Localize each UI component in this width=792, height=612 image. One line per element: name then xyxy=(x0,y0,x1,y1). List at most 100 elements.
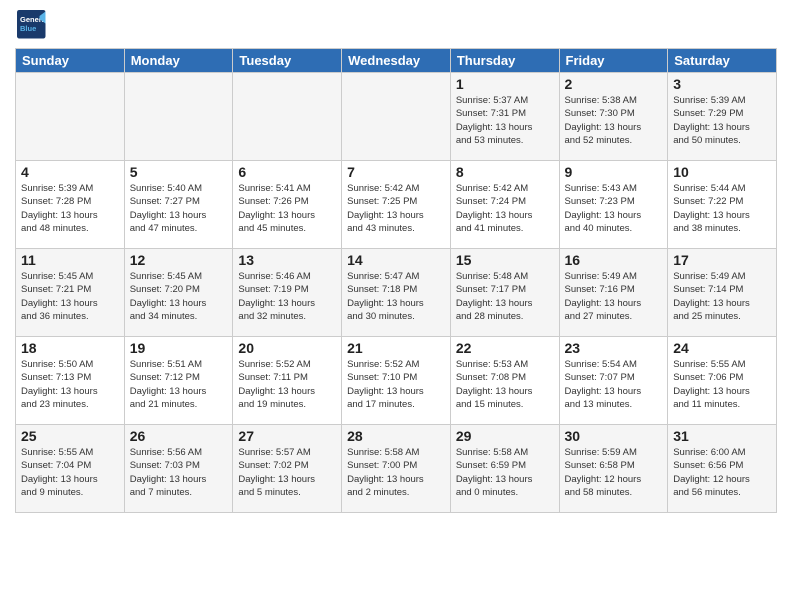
day-number: 31 xyxy=(673,428,771,444)
day-number: 23 xyxy=(565,340,663,356)
weekday-header-friday: Friday xyxy=(559,49,668,73)
day-info: Sunrise: 5:38 AM Sunset: 7:30 PM Dayligh… xyxy=(565,94,663,147)
day-info: Sunrise: 5:49 AM Sunset: 7:14 PM Dayligh… xyxy=(673,270,771,323)
calendar-week-3: 11Sunrise: 5:45 AM Sunset: 7:21 PM Dayli… xyxy=(16,249,777,337)
day-info: Sunrise: 5:57 AM Sunset: 7:02 PM Dayligh… xyxy=(238,446,336,499)
day-number: 16 xyxy=(565,252,663,268)
day-number: 22 xyxy=(456,340,554,356)
day-info: Sunrise: 5:54 AM Sunset: 7:07 PM Dayligh… xyxy=(565,358,663,411)
day-number: 26 xyxy=(130,428,228,444)
calendar-cell: 27 Sunrise: 5:57 AM Sunset: 7:02 PM Dayli… xyxy=(233,425,342,513)
day-number: 6 xyxy=(238,164,336,180)
calendar-cell: 20Sunrise: 5:52 AM Sunset: 7:11 PM Dayli… xyxy=(233,337,342,425)
day-info: Sunrise: 5:44 AM Sunset: 7:22 PM Dayligh… xyxy=(673,182,771,235)
day-number: 10 xyxy=(673,164,771,180)
day-number: 30 xyxy=(565,428,663,444)
page-container: General Blue SundayMondayTuesdayWednesda… xyxy=(0,0,792,612)
calendar-cell: 21 Sunrise: 5:52 AM Sunset: 7:10 PM Dayli… xyxy=(342,337,451,425)
weekday-header-monday: Monday xyxy=(124,49,233,73)
calendar-cell: 17 Sunrise: 5:49 AM Sunset: 7:14 PM Dayli… xyxy=(668,249,777,337)
day-number: 12 xyxy=(130,252,228,268)
day-info: Sunrise: 5:50 AM Sunset: 7:13 PM Dayligh… xyxy=(21,358,119,411)
calendar-cell: 6 Sunrise: 5:41 AM Sunset: 7:26 PM Daylig… xyxy=(233,161,342,249)
day-info: Sunrise: 5:55 AM Sunset: 7:04 PM Dayligh… xyxy=(21,446,119,499)
calendar-cell: 7 Sunrise: 5:42 AM Sunset: 7:25 PM Daylig… xyxy=(342,161,451,249)
calendar-cell: 4 Sunrise: 5:39 AM Sunset: 7:28 PM Daylig… xyxy=(16,161,125,249)
calendar-week-5: 25 Sunrise: 5:55 AM Sunset: 7:04 PM Dayli… xyxy=(16,425,777,513)
calendar-week-4: 18 Sunrise: 5:50 AM Sunset: 7:13 PM Dayli… xyxy=(16,337,777,425)
weekday-header-wednesday: Wednesday xyxy=(342,49,451,73)
calendar-cell: 9 Sunrise: 5:43 AM Sunset: 7:23 PM Daylig… xyxy=(559,161,668,249)
calendar-cell: 29Sunrise: 5:58 AM Sunset: 6:59 PM Dayli… xyxy=(450,425,559,513)
day-number: 20 xyxy=(238,340,336,356)
weekday-header-saturday: Saturday xyxy=(668,49,777,73)
page-header: General Blue xyxy=(15,10,777,40)
day-number: 8 xyxy=(456,164,554,180)
day-info: Sunrise: 5:42 AM Sunset: 7:25 PM Dayligh… xyxy=(347,182,445,235)
day-info: Sunrise: 5:39 AM Sunset: 7:28 PM Dayligh… xyxy=(21,182,119,235)
calendar-cell: 15Sunrise: 5:48 AM Sunset: 7:17 PM Dayli… xyxy=(450,249,559,337)
calendar-cell xyxy=(124,73,233,161)
day-number: 21 xyxy=(347,340,445,356)
day-number: 2 xyxy=(565,76,663,92)
calendar-cell: 8 Sunrise: 5:42 AM Sunset: 7:24 PM Daylig… xyxy=(450,161,559,249)
weekday-header-thursday: Thursday xyxy=(450,49,559,73)
day-number: 5 xyxy=(130,164,228,180)
calendar-cell: 31Sunrise: 6:00 AM Sunset: 6:56 PM Dayli… xyxy=(668,425,777,513)
day-number: 4 xyxy=(21,164,119,180)
day-number: 18 xyxy=(21,340,119,356)
day-number: 17 xyxy=(673,252,771,268)
day-number: 13 xyxy=(238,252,336,268)
calendar-week-1: 1Sunrise: 5:37 AM Sunset: 7:31 PM Daylig… xyxy=(16,73,777,161)
day-number: 3 xyxy=(673,76,771,92)
day-info: Sunrise: 5:43 AM Sunset: 7:23 PM Dayligh… xyxy=(565,182,663,235)
calendar-week-2: 4 Sunrise: 5:39 AM Sunset: 7:28 PM Daylig… xyxy=(16,161,777,249)
day-number: 14 xyxy=(347,252,445,268)
day-info: Sunrise: 5:47 AM Sunset: 7:18 PM Dayligh… xyxy=(347,270,445,323)
day-info: Sunrise: 5:59 AM Sunset: 6:58 PM Dayligh… xyxy=(565,446,663,499)
logo: General Blue xyxy=(15,10,47,40)
calendar-cell: 12 Sunrise: 5:45 AM Sunset: 7:20 PM Dayli… xyxy=(124,249,233,337)
calendar-cell: 11Sunrise: 5:45 AM Sunset: 7:21 PM Dayli… xyxy=(16,249,125,337)
calendar-cell: 22 Sunrise: 5:53 AM Sunset: 7:08 PM Dayli… xyxy=(450,337,559,425)
calendar-cell: 16 Sunrise: 5:49 AM Sunset: 7:16 PM Dayli… xyxy=(559,249,668,337)
calendar-cell: 30 Sunrise: 5:59 AM Sunset: 6:58 PM Dayli… xyxy=(559,425,668,513)
day-info: Sunrise: 5:39 AM Sunset: 7:29 PM Dayligh… xyxy=(673,94,771,147)
day-number: 25 xyxy=(21,428,119,444)
weekday-header-tuesday: Tuesday xyxy=(233,49,342,73)
calendar-cell: 14 Sunrise: 5:47 AM Sunset: 7:18 PM Dayli… xyxy=(342,249,451,337)
day-number: 27 xyxy=(238,428,336,444)
calendar-cell: 1Sunrise: 5:37 AM Sunset: 7:31 PM Daylig… xyxy=(450,73,559,161)
calendar-cell xyxy=(342,73,451,161)
day-number: 15 xyxy=(456,252,554,268)
calendar-cell: 3 Sunrise: 5:39 AM Sunset: 7:29 PM Daylig… xyxy=(668,73,777,161)
day-info: Sunrise: 5:42 AM Sunset: 7:24 PM Dayligh… xyxy=(456,182,554,235)
calendar-cell: 25 Sunrise: 5:55 AM Sunset: 7:04 PM Dayli… xyxy=(16,425,125,513)
day-info: Sunrise: 5:52 AM Sunset: 7:10 PM Dayligh… xyxy=(347,358,445,411)
day-info: Sunrise: 5:45 AM Sunset: 7:20 PM Dayligh… xyxy=(130,270,228,323)
day-number: 24 xyxy=(673,340,771,356)
weekday-header-sunday: Sunday xyxy=(16,49,125,73)
day-info: Sunrise: 5:46 AM Sunset: 7:19 PM Dayligh… xyxy=(238,270,336,323)
day-number: 11 xyxy=(21,252,119,268)
day-info: Sunrise: 5:53 AM Sunset: 7:08 PM Dayligh… xyxy=(456,358,554,411)
calendar-cell: 13 Sunrise: 5:46 AM Sunset: 7:19 PM Dayli… xyxy=(233,249,342,337)
calendar-cell: 28Sunrise: 5:58 AM Sunset: 7:00 PM Dayli… xyxy=(342,425,451,513)
calendar-cell xyxy=(16,73,125,161)
day-number: 9 xyxy=(565,164,663,180)
calendar-cell xyxy=(233,73,342,161)
calendar-cell: 5 Sunrise: 5:40 AM Sunset: 7:27 PM Daylig… xyxy=(124,161,233,249)
day-info: Sunrise: 5:49 AM Sunset: 7:16 PM Dayligh… xyxy=(565,270,663,323)
svg-text:Blue: Blue xyxy=(20,24,36,33)
calendar-cell: 18 Sunrise: 5:50 AM Sunset: 7:13 PM Dayli… xyxy=(16,337,125,425)
day-info: Sunrise: 5:40 AM Sunset: 7:27 PM Dayligh… xyxy=(130,182,228,235)
logo-icon: General Blue xyxy=(17,10,47,40)
day-number: 7 xyxy=(347,164,445,180)
calendar-table: SundayMondayTuesdayWednesdayThursdayFrid… xyxy=(15,48,777,513)
day-number: 19 xyxy=(130,340,228,356)
day-number: 28 xyxy=(347,428,445,444)
day-info: Sunrise: 5:41 AM Sunset: 7:26 PM Dayligh… xyxy=(238,182,336,235)
calendar-cell: 2 Sunrise: 5:38 AM Sunset: 7:30 PM Daylig… xyxy=(559,73,668,161)
day-number: 1 xyxy=(456,76,554,92)
calendar-cell: 24Sunrise: 5:55 AM Sunset: 7:06 PM Dayli… xyxy=(668,337,777,425)
